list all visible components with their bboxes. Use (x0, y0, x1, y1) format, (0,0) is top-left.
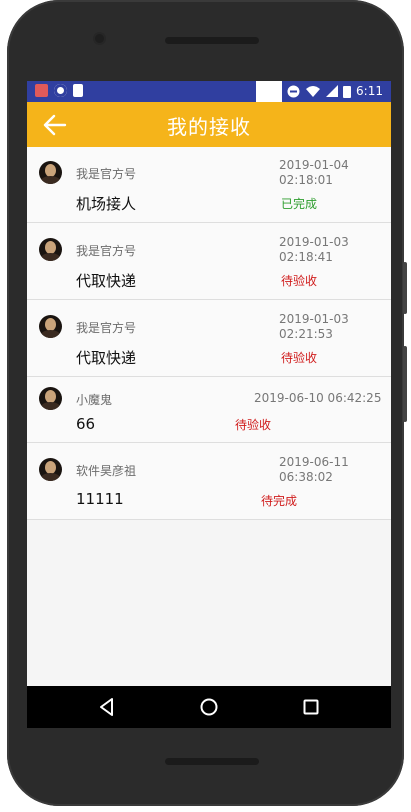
list-item[interactable]: 软件昊彦祖 2019-06-11 06:38:02 11111 待完成 (27, 443, 391, 520)
list-item[interactable]: 小魔鬼 2019-06-10 06:42:25 66 待验收 (27, 377, 391, 443)
task-title: 66 (76, 415, 96, 433)
record-icon (54, 84, 67, 97)
recents-nav-icon[interactable] (300, 696, 322, 718)
list-item[interactable]: 我是官方号 2019-01-03 02:18:41 代取快递 待验收 (27, 223, 391, 300)
home-nav-icon[interactable] (198, 696, 220, 718)
avatar (39, 458, 62, 481)
timestamp: 2019-06-10 06:42:25 (254, 391, 382, 405)
avatar (39, 161, 62, 184)
timestamp: 2019-01-03 02:18:41 (279, 235, 349, 264)
avatar (39, 238, 62, 261)
clock: 6:11 (356, 84, 383, 98)
do-not-disturb-icon (287, 85, 300, 97)
list-item[interactable]: 我是官方号 2019-01-04 02:18:01 机场接人 已完成 (27, 147, 391, 223)
front-camera (95, 34, 104, 43)
timestamp: 2019-01-03 02:21:53 (279, 312, 349, 341)
battery-icon (343, 85, 352, 98)
signal-icon (326, 84, 339, 97)
notification-app-icon (35, 84, 48, 97)
status-white-block (256, 81, 282, 102)
received-task-list: 我是官方号 2019-01-04 02:18:01 机场接人 已完成 我是官方号 … (27, 147, 391, 520)
status-bar: 6:11 (27, 81, 391, 102)
bottom-speaker (165, 758, 259, 765)
task-title: 机场接人 (76, 195, 137, 213)
volume-button (403, 346, 407, 422)
top-speaker (165, 37, 259, 44)
sender-name: 我是官方号 (76, 244, 137, 258)
app-bar: 我的接收 (27, 102, 391, 147)
sd-card-icon (73, 84, 83, 97)
sender-name: 我是官方号 (76, 321, 137, 335)
sender-name: 我是官方号 (76, 167, 137, 181)
page-title: 我的接收 (167, 115, 251, 139)
avatar (39, 315, 62, 338)
wifi-icon (306, 85, 321, 97)
power-button (403, 262, 407, 314)
screen: 6:11 我的接收 我是官方号 2019-01-04 02:18:01 机场接人 … (27, 81, 391, 728)
task-title: 代取快递 (76, 272, 137, 290)
status-label: 待验收 (281, 274, 318, 288)
task-title: 代取快递 (76, 349, 137, 367)
timestamp: 2019-06-11 06:38:02 (279, 455, 349, 484)
navigation-bar (27, 686, 391, 728)
sender-name: 小魔鬼 (76, 393, 113, 407)
list-item[interactable]: 我是官方号 2019-01-03 02:21:53 代取快递 待验收 (27, 300, 391, 377)
timestamp: 2019-01-04 02:18:01 (279, 158, 349, 187)
status-label: 待完成 (261, 494, 298, 508)
back-nav-icon[interactable] (96, 696, 118, 718)
status-label: 待验收 (281, 351, 318, 365)
task-title: 11111 (76, 490, 124, 508)
status-label: 待验收 (235, 418, 272, 432)
sender-name: 软件昊彦祖 (76, 464, 137, 478)
status-label: 已完成 (281, 197, 318, 211)
avatar (39, 387, 62, 410)
